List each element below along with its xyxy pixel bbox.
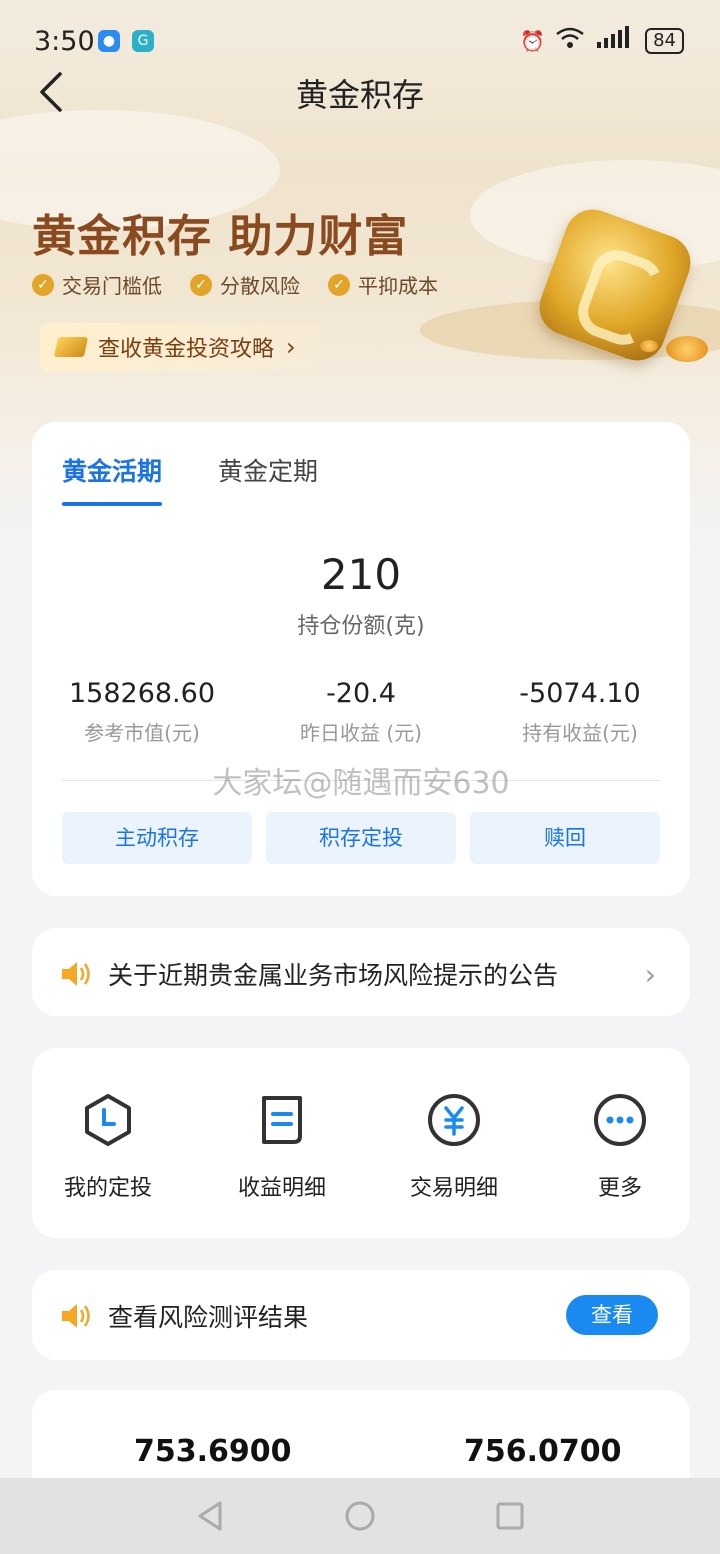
feature-item: ✓ 交易门槛低 (32, 270, 162, 299)
tab-fixed-gold[interactable]: 黄金定期 (218, 452, 318, 506)
feature-item: ✓ 平抑成本 (328, 270, 438, 299)
quick-link-income-detail[interactable]: 收益明细 (212, 1092, 352, 1202)
guide-link-label: 查收黄金投资攻略 (98, 337, 275, 362)
nav-back-icon[interactable] (196, 1500, 224, 1532)
status-time: 3:50 (34, 26, 95, 57)
app-notification-icon: G (132, 30, 154, 52)
price-right: 756.0700 (464, 1434, 622, 1469)
system-nav-bar (0, 1478, 720, 1554)
active-save-button[interactable]: 主动积存 (62, 812, 252, 864)
price-left: 753.6900 (134, 1434, 292, 1469)
more-icon (594, 1094, 646, 1146)
holding-label: 持仓份额(克) (297, 614, 425, 639)
quick-link-more[interactable]: 更多 (550, 1092, 690, 1202)
clock-hexagon-icon (85, 1094, 131, 1146)
holding-profit-stat: -5074.10 持有收益(元) (519, 678, 641, 745)
tab-demand-gold[interactable]: 黄金活期 (62, 452, 163, 506)
notice-text: 关于近期贵金属业务市场风险提示的公告 (108, 961, 559, 990)
watermark: 大家坛@随遇而安630 (212, 766, 510, 801)
risk-assessment-bar: 查看风险测评结果 查看 (32, 1270, 690, 1360)
signal-icon (595, 26, 635, 55)
banner-slogan: 黄金积存 助力财富 (32, 211, 409, 262)
view-button[interactable]: 查看 (566, 1295, 658, 1335)
status-bar: 3:50 ● G ⏰ 84 (0, 0, 720, 80)
investment-guide-link[interactable]: 查收黄金投资攻略 › (40, 323, 320, 371)
yesterday-profit-stat: -20.4 昨日收益 (元) (300, 678, 422, 745)
quick-link-trade-detail[interactable]: 交易明细 (384, 1092, 524, 1202)
wifi-icon (555, 26, 585, 55)
alarm-icon: ⏰ (520, 28, 546, 53)
holding-amount: 210 (320, 550, 402, 599)
document-icon (262, 1096, 302, 1144)
chevron-right-icon: › (286, 333, 296, 361)
redeem-button[interactable]: 赎回 (470, 812, 660, 864)
gold-bar-icon (53, 337, 89, 357)
yuan-icon (428, 1094, 480, 1146)
notice-bar[interactable]: 关于近期贵金属业务市场风险提示的公告 › (32, 928, 690, 1016)
risk-text: 查看风险测评结果 (108, 1303, 309, 1332)
speaker-icon (62, 962, 90, 986)
nav-recents-icon[interactable] (496, 1502, 524, 1530)
quick-links-panel: 我的定投 收益明细 交易明细 更多 (32, 1048, 690, 1238)
page-title: 黄金积存 (295, 76, 424, 114)
message-app-icon: ● (98, 30, 120, 52)
holding-card: 黄金活期 黄金定期 210 持仓份额(克) 158268.60 参考市值(元) … (32, 422, 690, 896)
feature-list: ✓ 交易门槛低 ✓ 分散风险 ✓ 平抑成本 (32, 270, 438, 299)
feature-item: ✓ 分散风险 (190, 270, 300, 299)
nav-home-icon[interactable] (344, 1500, 376, 1532)
quick-link-my-auto-invest[interactable]: 我的定投 (38, 1092, 178, 1202)
check-icon: ✓ (328, 273, 350, 296)
battery-indicator: 84 (645, 27, 684, 54)
check-icon: ✓ (190, 273, 212, 296)
market-value-stat: 158268.60 参考市值(元) (68, 678, 215, 745)
auto-invest-button[interactable]: 积存定投 (266, 812, 456, 864)
speaker-icon (62, 1304, 90, 1328)
chevron-right-icon: › (644, 958, 656, 991)
check-icon: ✓ (32, 273, 54, 296)
